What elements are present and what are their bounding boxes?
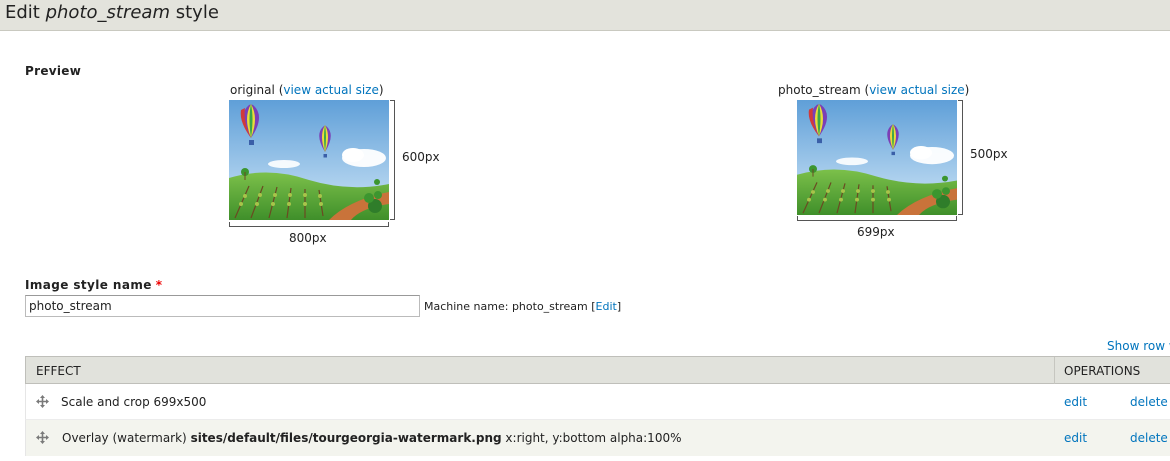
style-name-input[interactable]: [25, 295, 420, 317]
derivative-height-label: 500px: [970, 147, 1008, 161]
derivative-preview-image[interactable]: [797, 100, 957, 215]
preview-heading: Preview: [25, 64, 82, 78]
page-title: Edit photo_stream style: [5, 2, 219, 23]
original-name: original: [230, 83, 275, 97]
style-name-label: Image style name *: [25, 278, 162, 292]
paren: ): [378, 83, 384, 97]
original-preview-image[interactable]: [229, 100, 389, 220]
original-width-label: 800px: [289, 231, 327, 245]
width-dimension-bracket: [797, 216, 957, 221]
title-prefix: Edit: [5, 2, 40, 23]
effect-summary: Overlay (watermark) sites/default/files/…: [62, 431, 682, 445]
height-dimension-bracket: [958, 100, 963, 215]
column-divider: [1054, 357, 1055, 384]
height-dimension-bracket: [390, 100, 395, 220]
style-name-label-text: Image style name: [25, 278, 152, 292]
required-marker: *: [155, 278, 163, 292]
original-view-actual-size-link[interactable]: view actual size: [283, 83, 378, 97]
derivative-caption: photo_stream (view actual size): [778, 83, 969, 97]
machine-name: Machine name: photo_stream [Edit]: [424, 300, 621, 313]
drag-handle-icon[interactable]: [36, 395, 49, 408]
title-suffix: style: [175, 2, 219, 23]
original-caption: original (view actual size): [230, 83, 384, 97]
machine-name-text: Machine name: photo_stream: [424, 300, 588, 313]
delete-effect-link[interactable]: delete: [1130, 431, 1168, 445]
effect-name: Overlay (watermark): [62, 431, 187, 445]
table-header: EFFECT OPERATIONS: [25, 356, 1170, 384]
effect-summary: Scale and crop 699x500: [61, 395, 207, 409]
title-style-name: photo_stream: [45, 2, 170, 23]
bracket: ]: [616, 300, 622, 313]
table-row: Scale and crop 699x500 edit delete: [25, 384, 1170, 420]
effect-params: x:right, y:bottom alpha:100%: [505, 431, 682, 445]
drag-handle-icon[interactable]: [36, 431, 49, 444]
edit-effect-link[interactable]: edit: [1064, 395, 1087, 409]
table-row: Overlay (watermark) sites/default/files/…: [25, 420, 1170, 456]
derivative-name: photo_stream: [778, 83, 861, 97]
machine-name-edit-link[interactable]: Edit: [596, 300, 617, 313]
derivative-view-actual-size-link[interactable]: view actual size: [869, 83, 964, 97]
paren: ): [964, 83, 970, 97]
balloon-image: [229, 100, 389, 220]
balloon-image: [797, 100, 957, 215]
show-row-weights-link[interactable]: Show row weights: [1107, 339, 1170, 353]
original-height-label: 600px: [402, 150, 440, 164]
delete-effect-link[interactable]: delete: [1130, 395, 1168, 409]
width-dimension-bracket: [229, 222, 389, 227]
edit-effect-link[interactable]: edit: [1064, 431, 1087, 445]
page-header: Edit photo_stream style: [0, 0, 1170, 31]
effect-column-header: EFFECT: [36, 364, 81, 378]
derivative-width-label: 699px: [857, 225, 895, 239]
operations-column-header: OPERATIONS: [1064, 364, 1141, 378]
watermark-path: sites/default/files/tourgeorgia-watermar…: [190, 431, 502, 445]
